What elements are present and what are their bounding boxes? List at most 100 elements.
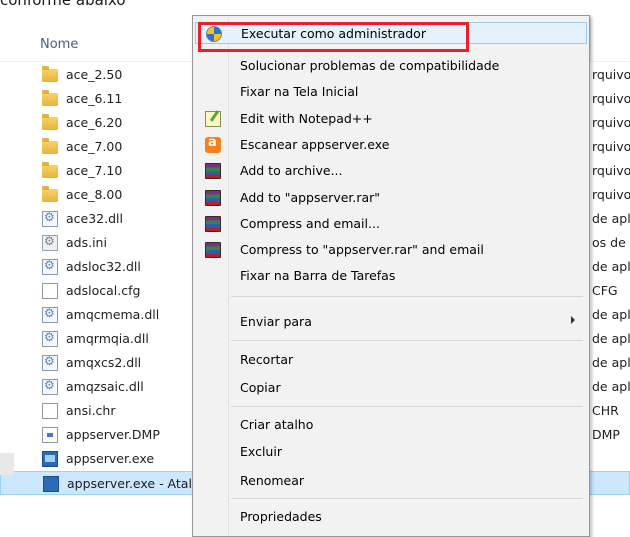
menu-item-troubleshoot-compatibility[interactable]: Solucionar problemas de compatibilidade: [195, 55, 587, 77]
menu-separator: [231, 296, 583, 297]
file-name: ace_2.50: [66, 67, 123, 82]
menu-separator: [231, 340, 583, 341]
winrar-icon: [205, 242, 221, 258]
submenu-arrow-icon: [571, 316, 575, 324]
menu-item-compress-rar-email[interactable]: Compress to "appserver.rar" and email: [195, 239, 587, 261]
file-icon: [42, 403, 58, 419]
dll-icon: [42, 354, 58, 371]
menu-item-copy[interactable]: Copiar: [195, 377, 587, 399]
menu-item-label: Propriedades: [240, 509, 322, 524]
file-name: appserver.DMP: [66, 427, 160, 442]
file-icon: [42, 283, 58, 299]
file-type: rquivo: [592, 91, 630, 106]
context-menu: Executar como administrador Solucionar p…: [192, 15, 590, 537]
menu-item-label: Criar atalho: [240, 417, 314, 432]
dll-icon: [42, 210, 58, 227]
file-type: de apl: [592, 307, 630, 322]
menu-separator: [231, 498, 583, 499]
file-name: appserver.exe - Atalho: [67, 476, 208, 491]
menu-item-label: Recortar: [240, 352, 294, 367]
menu-item-label: Enviar para: [240, 314, 312, 329]
winrar-icon: [205, 190, 221, 206]
folder-icon: [42, 162, 58, 178]
file-type: rquivo: [592, 163, 630, 178]
menu-item-cut[interactable]: Recortar: [195, 349, 587, 371]
menu-item-pin-to-taskbar[interactable]: Fixar na Barra de Tarefas: [195, 265, 587, 287]
file-name: adsloc32.dll: [66, 259, 141, 274]
menu-item-label: Renomear: [240, 473, 305, 488]
menu-item-avast-scan[interactable]: Escanear appserver.exe: [195, 134, 587, 156]
menu-item-label: Add to "appserver.rar": [240, 190, 381, 205]
menu-item-label: Compress and email...: [240, 216, 380, 231]
file-name: amqrmqia.dll: [66, 331, 149, 346]
file-name: amqcmema.dll: [66, 307, 160, 322]
menu-item-create-shortcut[interactable]: Criar atalho: [195, 414, 587, 436]
folder-icon: [42, 186, 58, 202]
winrar-icon: [205, 216, 221, 232]
file-name: ads.ini: [66, 235, 107, 250]
ini-icon: [42, 234, 58, 251]
menu-item-label: Escanear appserver.exe: [240, 137, 390, 152]
file-name: ace32.dll: [66, 211, 123, 226]
avast-icon: [205, 135, 221, 153]
menu-separator: [231, 406, 583, 407]
file-type: os de c: [592, 235, 630, 250]
menu-item-edit-notepadpp[interactable]: Edit with Notepad++: [195, 108, 587, 130]
file-name: ace_6.11: [66, 91, 123, 106]
dll-icon: [42, 378, 58, 395]
menu-item-label: Edit with Notepad++: [240, 111, 373, 126]
menu-item-label: Compress to "appserver.rar" and email: [240, 242, 484, 257]
menu-item-label: Excluir: [240, 444, 282, 459]
file-name: amqzsaic.dll: [66, 379, 144, 394]
menu-item-send-to[interactable]: Enviar para: [195, 311, 587, 333]
file-name: ansi.chr: [66, 403, 116, 418]
file-name: adslocal.cfg: [66, 283, 141, 298]
menu-item-add-to-archive[interactable]: Add to archive...: [195, 160, 587, 182]
file-type: de apl: [592, 331, 630, 346]
page-caption: conforme abaixo: [0, 0, 126, 9]
file-name: appserver.exe: [66, 451, 155, 466]
file-type: DMP: [592, 427, 620, 442]
menu-item-add-to-rar[interactable]: Add to "appserver.rar": [195, 187, 587, 209]
exe-icon: [42, 451, 58, 467]
file-type: rquivo: [592, 67, 630, 82]
menu-item-label: Solucionar problemas de compatibilidade: [240, 58, 500, 73]
file-type: CHR: [592, 403, 619, 418]
shortcut-icon: [43, 476, 59, 492]
dll-icon: [42, 258, 58, 275]
file-type: CFG: [592, 283, 618, 298]
dmp-icon: [42, 427, 58, 443]
file-type: rquivo: [592, 187, 630, 202]
dll-icon: [42, 306, 58, 323]
file-type: de apl: [592, 211, 630, 226]
folder-icon: [42, 138, 58, 154]
file-name: amqxcs2.dll: [66, 355, 142, 370]
menu-item-label: Copiar: [240, 380, 281, 395]
folder-icon: [42, 66, 58, 82]
menu-item-rename[interactable]: Renomear: [195, 470, 587, 492]
file-type: de apl: [592, 379, 630, 394]
menu-item-properties[interactable]: Propriedades: [195, 506, 587, 528]
red-highlight-box: [198, 22, 469, 52]
folder-icon: [42, 90, 58, 106]
file-type: de apl: [592, 259, 630, 274]
header-separator: [590, 15, 591, 61]
menu-item-pin-to-start[interactable]: Fixar na Tela Inicial: [195, 81, 587, 103]
scroll-edge: [0, 453, 14, 475]
folder-icon: [42, 114, 58, 130]
file-type: rquivo: [592, 115, 630, 130]
menu-item-label: Fixar na Tela Inicial: [240, 84, 359, 99]
file-name: ace_8.00: [66, 187, 123, 202]
menu-item-compress-email[interactable]: Compress and email...: [195, 213, 587, 235]
winrar-icon: [205, 163, 221, 179]
file-name: ace_7.00: [66, 139, 123, 154]
notepad-plus-plus-icon: [205, 111, 221, 127]
file-type: rquivo: [592, 139, 630, 154]
file-name: ace_6.20: [66, 115, 123, 130]
menu-item-delete[interactable]: Excluir: [195, 441, 587, 463]
menu-item-label: Add to archive...: [240, 163, 343, 178]
menu-item-label: Fixar na Barra de Tarefas: [240, 268, 396, 283]
file-type: de apl: [592, 355, 630, 370]
dll-icon: [42, 330, 58, 347]
name-column-header[interactable]: Nome: [40, 37, 78, 52]
